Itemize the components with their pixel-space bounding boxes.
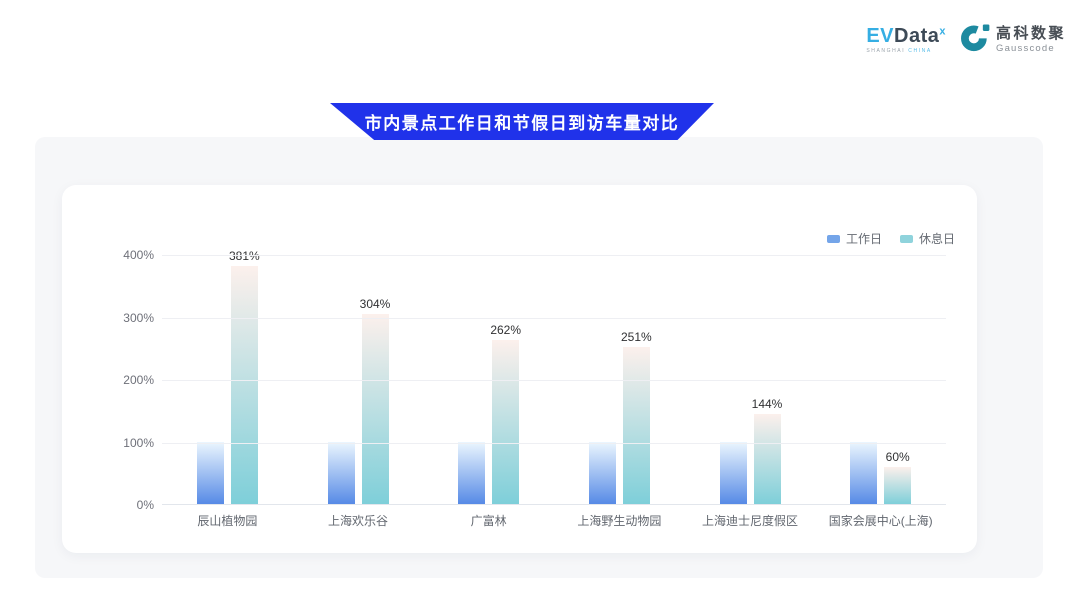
bar-value-label: 144% bbox=[752, 397, 783, 411]
bar-休息日-5: 60% bbox=[884, 467, 911, 505]
bar-工作日-5 bbox=[850, 442, 877, 505]
y-axis-tick: 0% bbox=[110, 498, 154, 512]
gridline bbox=[162, 255, 946, 256]
gridline bbox=[162, 443, 946, 444]
evdata-data: Data bbox=[894, 25, 939, 47]
bar-休息日-3: 251% bbox=[623, 347, 650, 504]
bar-value-label: 60% bbox=[886, 450, 910, 464]
bar-chart: 0%100%200%300%400% 381%304%262%251%144%6… bbox=[110, 255, 946, 541]
x-axis-label: 广富林 bbox=[423, 512, 554, 529]
evdata-sup-x: x bbox=[939, 25, 946, 37]
gausscode-text: 高科数聚 Gausscode bbox=[996, 26, 1066, 54]
legend-item-0[interactable]: 工作日 bbox=[827, 230, 882, 247]
x-axis: 辰山植物园上海欢乐谷广富林上海野生动物园上海迪士尼度假区国家会展中心(上海) bbox=[162, 512, 946, 529]
gridline bbox=[162, 318, 946, 319]
chart-legend: 工作日 休息日 bbox=[827, 230, 955, 247]
evdata-ev: EV bbox=[866, 25, 894, 47]
bar-休息日-4: 144% bbox=[754, 414, 781, 504]
legend-label: 工作日 bbox=[846, 230, 882, 247]
legend-label: 休息日 bbox=[919, 230, 955, 247]
chart-card: 工作日 休息日 0% 100% 200% 300% 400% 381% 304% 262% 25… bbox=[62, 185, 977, 553]
bar-工作日-3 bbox=[589, 442, 616, 505]
header: EVDatax SHANGHAI CHINA 高科数聚 Gausscode bbox=[866, 22, 1066, 58]
bar-value-label: 251% bbox=[621, 330, 652, 344]
bar-休息日-0: 381% bbox=[231, 266, 258, 504]
gausscode-logo: 高科数聚 Gausscode bbox=[960, 22, 1066, 58]
bar-value-label: 304% bbox=[360, 297, 391, 311]
evdata-subtext: SHANGHAI CHINA bbox=[866, 49, 946, 54]
x-axis-label: 上海欢乐谷 bbox=[293, 512, 424, 529]
x-axis-label: 辰山植物园 bbox=[162, 512, 293, 529]
gausscode-icon bbox=[960, 22, 991, 58]
legend-item-1[interactable]: 休息日 bbox=[900, 230, 955, 247]
y-axis-tick: 200% bbox=[110, 373, 154, 387]
legend-swatch bbox=[827, 235, 840, 243]
plot-area: 381% 304% 262% 251% 144% 60% bbox=[162, 255, 946, 505]
bar-工作日-4 bbox=[720, 442, 747, 505]
bar-休息日-2: 262% bbox=[492, 340, 519, 504]
bar-工作日-0 bbox=[197, 442, 224, 505]
y-axis-tick: 400% bbox=[110, 248, 154, 262]
x-axis-label: 上海迪士尼度假区 bbox=[685, 512, 816, 529]
legend-swatch bbox=[900, 235, 913, 243]
evdata-logo-text: EVDatax bbox=[866, 26, 946, 46]
x-axis-label: 国家会展中心(上海) bbox=[815, 512, 946, 529]
y-axis-tick: 300% bbox=[110, 311, 154, 325]
gridline bbox=[162, 380, 946, 381]
bar-休息日-1: 304% bbox=[362, 314, 389, 504]
evdata-logo: EVDatax SHANGHAI CHINA bbox=[866, 26, 946, 54]
bar-工作日-1 bbox=[328, 442, 355, 505]
page-title: 市内景点工作日和节假日到访车量对比 bbox=[365, 109, 680, 134]
y-axis-tick: 100% bbox=[110, 436, 154, 450]
bar-value-label: 262% bbox=[490, 323, 521, 337]
gausscode-name-en: Gausscode bbox=[996, 44, 1066, 54]
content-panel: 工作日 休息日 0% 100% 200% 300% 400% 381% 304% 262% 25… bbox=[35, 137, 1043, 578]
y-axis: 0%100%200%300%400% bbox=[110, 255, 154, 505]
banner-title: 市内景点工作日和节假日到访车量对比 bbox=[330, 103, 714, 140]
gausscode-name-cn: 高科数聚 bbox=[996, 26, 1066, 41]
x-axis-label: 上海野生动物园 bbox=[554, 512, 685, 529]
page: EVDatax SHANGHAI CHINA 高科数聚 Gausscode 市内… bbox=[0, 0, 1080, 608]
bar-工作日-2 bbox=[458, 442, 485, 505]
